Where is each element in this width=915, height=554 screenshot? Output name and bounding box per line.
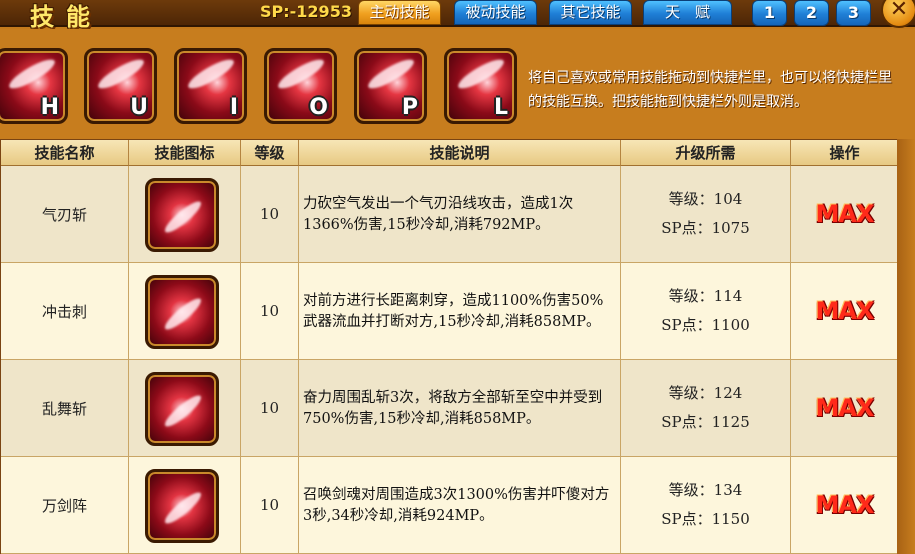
max-label: MAX [815,297,875,325]
col-header-icon: 技能图标 [129,140,241,166]
skill-level: 10 [259,399,280,417]
skill-description: 力砍空气发出一个气刃沿线攻击，造成1次1366%伤害,15秒冷却,消耗792MP… [303,196,574,233]
skill-icon [454,54,508,94]
right-frame [897,139,915,554]
req-level: 等级：114 [668,287,743,305]
skill-icon[interactable] [145,178,219,252]
hotkey-label: H [40,95,59,120]
hotbar-slot-h[interactable]: H [0,48,68,124]
table-row: 乱舞斩 10 奋力周围乱斩3次，将敌方全部斩至空中并受到750%伤害,15秒冷却… [1,360,898,457]
req-sp: SP点：1125 [661,413,750,431]
skill-name: 乱舞斩 [41,399,87,418]
table-row: 气刃斩 10 力砍空气发出一个气刃沿线攻击，造成1次1366%伤害,15秒冷却,… [1,166,898,263]
skill-level: 10 [259,205,280,223]
skill-description: 奋力周围乱斩3次，将敌方全部斩至空中并受到750%伤害,15秒冷却,消耗858M… [303,390,603,427]
skill-description: 召唤剑魂对周围造成3次1300%伤害并吓傻对方3秒,34秒冷却,消耗924MP。 [303,487,610,524]
skill-icon[interactable] [145,469,219,543]
skill-table: 技能名称 技能图标 等级 技能说明 升级所需 操作 气刃斩 10 力砍空气发出一… [0,139,898,554]
max-label: MAX [815,491,875,519]
col-header-req: 升级所需 [621,140,791,166]
hotbar-hint-text: 将自己喜欢或常用技能拖动到快捷栏里，也可以将快捷栏里的技能互换。把技能拖到快捷栏… [528,70,892,110]
hotbar-slot-o[interactable]: O [264,48,337,124]
skill-level: 10 [259,496,280,514]
tab-passive-skills[interactable]: 被动技能 [454,0,537,25]
hotbar-slot-i[interactable]: I [174,48,247,124]
page-3-button[interactable]: 3 [836,0,871,26]
skill-icon [184,54,238,94]
hotkey-label: P [401,95,418,120]
hotkey-label: L [493,95,508,120]
skill-icon [94,54,148,94]
hotkey-label: I [229,95,238,120]
req-sp: SP点：1100 [661,316,750,334]
req-level: 等级：134 [668,481,743,499]
col-header-action: 操作 [791,140,898,166]
sp-points: SP:-12953 [260,2,352,21]
hotbar-slot-p[interactable]: P [354,48,427,124]
max-label: MAX [815,200,875,228]
window-title: 技能 [30,3,102,31]
req-level: 等级：104 [668,190,743,208]
skill-icon [5,54,59,94]
skill-icon[interactable] [145,275,219,349]
req-level: 等级：124 [668,384,743,402]
table-row: 冲击刺 10 对前方进行长距离刺穿，造成1100%伤害50%武器流血并打断对方,… [1,263,898,360]
window-header: 技能 SP:-12953 主动技能 被动技能 其它技能 天 赋 1 2 3 ✕ [0,0,915,31]
col-header-level: 等级 [241,140,299,166]
table-row: 万剑阵 10 召唤剑魂对周围造成3次1300%伤害并吓傻对方3秒,34秒冷却,消… [1,457,898,554]
col-header-name: 技能名称 [1,140,129,166]
skill-icon [274,54,328,94]
hotbar-slot-u[interactable]: U [84,48,157,124]
tab-other-skills[interactable]: 其它技能 [549,0,632,25]
req-sp: SP点：1150 [661,510,750,528]
skill-icon[interactable] [145,372,219,446]
col-header-desc: 技能说明 [299,140,621,166]
close-button[interactable]: ✕ [881,0,915,28]
tab-talent[interactable]: 天 赋 [643,0,732,25]
hotkey-label: O [309,95,328,120]
tab-active-skills[interactable]: 主动技能 [358,0,441,25]
skill-icon [364,54,418,94]
page-1-button[interactable]: 1 [752,0,787,26]
skill-name: 气刃斩 [41,205,87,224]
max-label: MAX [815,394,875,422]
hotkey-label: U [130,95,148,120]
page-2-button[interactable]: 2 [794,0,829,26]
skill-name: 冲击刺 [41,302,87,321]
hotbar-slot-l[interactable]: L [444,48,517,124]
skill-level: 10 [259,302,280,320]
skill-description: 对前方进行长距离刺穿，造成1100%伤害50%武器流血并打断对方,15秒冷却,消… [303,293,604,330]
skill-name: 万剑阵 [41,496,87,515]
req-sp: SP点：1075 [661,219,750,237]
